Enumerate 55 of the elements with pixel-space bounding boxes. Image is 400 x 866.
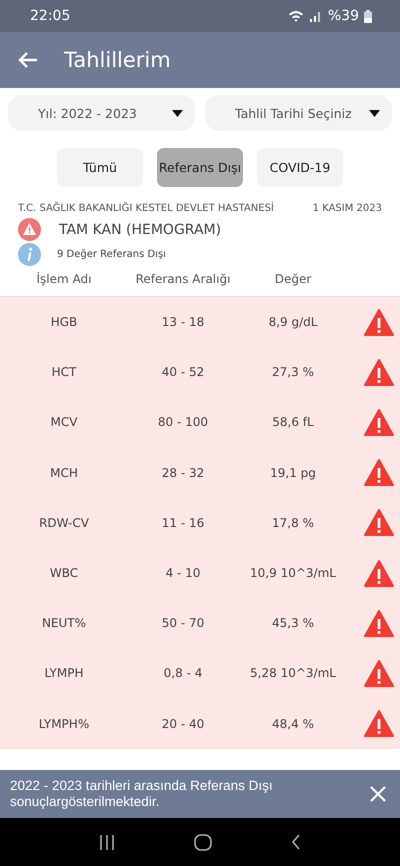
table-cell-text: 20 - 40 <box>160 716 206 731</box>
table-cell-text: 50 - 70 <box>160 616 206 630</box>
table-cell-text: LYMPH% <box>38 716 90 731</box>
filter-tab[interactable]: COVID-19 <box>257 148 343 187</box>
table-cell-text: MCV <box>50 415 78 430</box>
info-icon <box>18 243 41 266</box>
close-button[interactable] <box>370 786 386 802</box>
filter-tab[interactable]: Tümü <box>57 148 143 187</box>
table-cell-text: 11 - 16 <box>160 516 206 530</box>
out-of-range-summary: 9 Değer Referans Dışı <box>57 249 166 260</box>
table-cell-text: 48,4 % <box>271 716 315 731</box>
caret-icon <box>369 110 380 116</box>
home-button[interactable] <box>194 834 212 850</box>
report-date: 1 KASIM 2023 <box>312 203 382 214</box>
table-cell-text: MCH <box>49 466 79 480</box>
table-cell-text: 8,9 g/dL <box>268 315 318 330</box>
table-cell-text: RDW-CV <box>38 516 90 530</box>
wifi-icon <box>288 10 304 22</box>
table-cell-text: 17,8 % <box>271 516 315 530</box>
battery-icon <box>364 10 372 22</box>
table-cell-text: 40 - 52 <box>160 365 206 380</box>
column-header: Referans Aralığı <box>134 272 232 286</box>
filter-tab[interactable]: Referans Dışı <box>157 148 243 187</box>
column-header: Değer <box>274 272 312 286</box>
dropdown[interactable]: Yıl: 2022 - 2023 <box>8 95 195 131</box>
snackbar-message: 2022 - 2023 tarihleri arasında Referans Dışı sonuçlargösterilmektedir. <box>10 778 274 810</box>
table-cell-text: 5,28 10^3/mL <box>249 666 337 680</box>
recent-apps-button[interactable] <box>99 834 116 850</box>
table-cell-text: 13 - 18 <box>160 315 206 330</box>
back-button[interactable] <box>18 51 38 69</box>
table-cell-text: WBC <box>48 566 80 580</box>
table-cell-text: 19,1 pg <box>269 466 317 480</box>
table-cell-text: 4 - 10 <box>164 566 202 580</box>
battery-percentage: %39 <box>328 8 359 24</box>
report-title: TAM KAN (HEMOGRAM) <box>59 222 222 238</box>
table-cell-text: 80 - 100 <box>156 415 210 430</box>
caret-icon <box>172 110 183 116</box>
table-cell-text: HGB <box>50 315 78 330</box>
column-header: İşlem Adı <box>36 272 92 286</box>
signal-icon <box>308 10 323 22</box>
dropdown[interactable]: Tahlil Tarihi Seçiniz <box>205 95 392 131</box>
table-cell-text: HCT <box>50 365 78 380</box>
table-cell-text: 28 - 32 <box>160 466 206 480</box>
table-cell-text: 45,3 % <box>271 616 315 630</box>
table-cell-text: 10,9 10^3/mL <box>249 566 337 580</box>
table-cell-text: 27,3 % <box>271 365 315 380</box>
table-cell-text: 0,8 - 4 <box>162 666 204 680</box>
page-title: Tahlillerim <box>64 48 171 72</box>
table-cell-text: 58,6 fL <box>271 415 315 430</box>
back-nav-button[interactable] <box>290 834 301 850</box>
table-cell-text: LYMPH <box>43 666 85 680</box>
status-time: 22:05 <box>30 8 70 24</box>
table-cell-text: NEUT% <box>40 616 88 630</box>
warning-icon <box>18 218 41 241</box>
hospital-name: T.C. SAĞLIK BAKANLIĞI KESTEL DEVLET HASTANESİ <box>18 203 274 214</box>
